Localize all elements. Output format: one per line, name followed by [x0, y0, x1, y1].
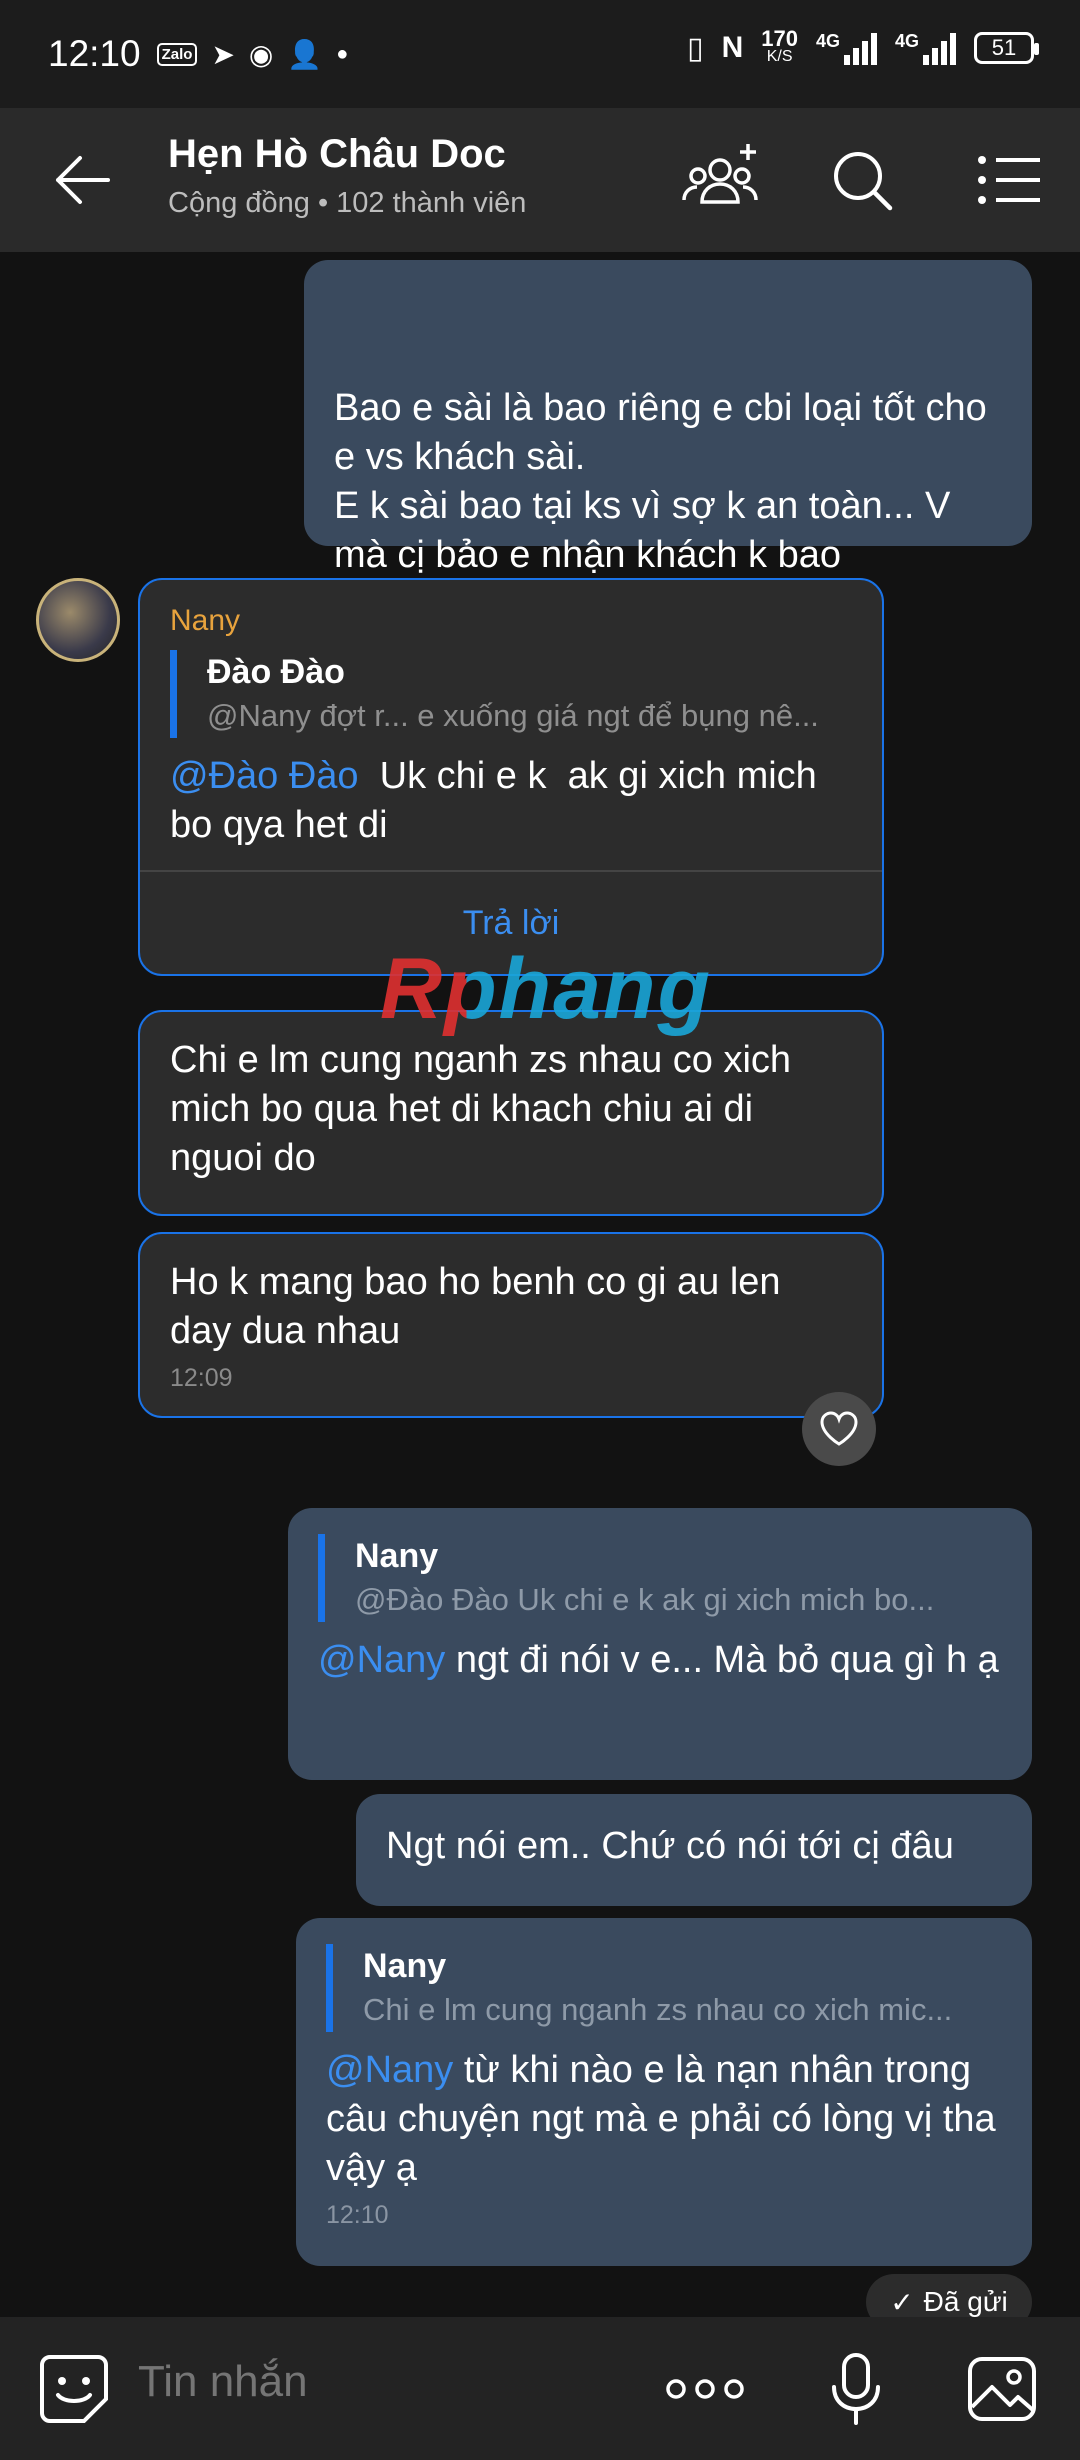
- speed-indicator: 170 K/S: [761, 26, 798, 66]
- check-icon: ✓: [890, 2286, 914, 2318]
- message-bubble-outgoing[interactable]: Ngt nói em.. Chứ có nói tới cị đâu: [356, 1794, 1032, 1906]
- message-input[interactable]: [138, 2357, 638, 2407]
- signal-bars-icon: [843, 31, 877, 65]
- message-text: Ngt nói em.. Chứ có nói tới cị đâu: [386, 1825, 954, 1867]
- quoted-text: @Đào Đào Uk chi e k ak gi xich mich bo..…: [355, 1582, 935, 1617]
- message-text: Chi e lm cung nganh zs nhau co xich mich…: [170, 1039, 792, 1179]
- watermark-logo: Rphang: [380, 941, 713, 1037]
- mention-link[interactable]: @Nany: [326, 2049, 453, 2091]
- quoted-message[interactable]: Nany Chi e lm cung nganh zs nhau co xich…: [326, 1944, 1002, 2032]
- search-icon[interactable]: [822, 140, 902, 220]
- message-text: @Nany ngt đi nói v e... Mà bỏ qua gì h ạ: [318, 1639, 999, 1681]
- mention-link[interactable]: @Nany: [318, 1639, 445, 1681]
- quoted-text: Chi e lm cung nganh zs nhau co xich mic.…: [363, 1992, 953, 2027]
- image-icon[interactable]: [964, 2351, 1040, 2427]
- page-title: Hẹn Hò Châu Doc: [168, 132, 506, 176]
- messenger-icon: ◉: [248, 38, 274, 70]
- message-text: @Nany từ khi nào e là nạn nhân trong câu…: [326, 2049, 996, 2189]
- status-time: 12:10: [48, 33, 141, 74]
- add-user-notif-icon: 👤: [287, 38, 323, 70]
- message-text: Ho k mang bao ho benh co gi au len day d…: [170, 1261, 781, 1352]
- message-text: @Đào Đào Uk chi e k ak gi xich mich bo q…: [170, 755, 838, 846]
- battery-icon: 51: [974, 32, 1039, 64]
- sender-name: Nany: [170, 604, 241, 637]
- quoted-sender: Đào Đào: [207, 653, 345, 691]
- dot-icon: ●: [336, 42, 349, 65]
- quoted-sender: Nany: [355, 1537, 439, 1575]
- arrow-left-icon[interactable]: [52, 152, 112, 208]
- telegram-icon: ➤: [211, 38, 235, 70]
- message-composer: [0, 2317, 1080, 2460]
- avatar[interactable]: [36, 578, 120, 662]
- vibrate-icon: ▯: [687, 31, 704, 65]
- quoted-message[interactable]: Đào Đào @Nany đợt r... e xuống giá ngt đ…: [170, 650, 852, 738]
- zalo-icon: Zalo: [156, 42, 198, 66]
- message-text: Bao e sài là bao riêng e cbi loại tốt ch…: [334, 387, 987, 576]
- quoted-text: @Nany đợt r... e xuống giá ngt để bụng n…: [207, 698, 819, 733]
- microphone-icon[interactable]: [826, 2351, 886, 2427]
- message-bubble-outgoing[interactable]: Bao e sài là bao riêng e cbi loại tốt ch…: [304, 260, 1032, 714]
- quoted-sender: Nany: [363, 1947, 447, 1985]
- list-menu-icon[interactable]: [968, 140, 1048, 220]
- quoted-message[interactable]: Nany @Đào Đào Uk chi e k ak gi xich mich…: [318, 1534, 1002, 1622]
- message-bubble-outgoing[interactable]: Nany @Đào Đào Uk chi e k ak gi xich mich…: [288, 1508, 1032, 1780]
- status-bar: 12:10 Zalo ➤ ◉ 👤 ● ▯ N 170 K/S 4G 4G 51: [0, 0, 1080, 108]
- message-bubble-incoming[interactable]: Nany Đào Đào @Nany đợt r... e xuống giá …: [138, 578, 884, 976]
- sent-status-badge: ✓ Đã gửi: [866, 2274, 1032, 2317]
- sticker-icon[interactable]: [36, 2351, 112, 2427]
- nfc-icon: N: [721, 31, 744, 64]
- signal-bars-icon: [923, 31, 956, 65]
- message-bubble-incoming[interactable]: Chi e lm cung nganh zs nhau co xich mich…: [138, 1010, 884, 1216]
- group-title-area[interactable]: Hẹn Hò Châu Doc Cộng đồng • 102 thành vi…: [168, 132, 526, 220]
- status-right: ▯ N 170 K/S 4G 4G 51: [687, 26, 1039, 66]
- notification-icons: Zalo ➤ ◉ 👤 ●: [156, 38, 349, 71]
- signal-2: 4G: [895, 31, 956, 65]
- add-people-icon[interactable]: [680, 140, 760, 220]
- message-bubble-incoming[interactable]: Ho k mang bao ho benh co gi au len day d…: [138, 1232, 884, 1418]
- chat-header: Hẹn Hò Châu Doc Cộng đồng • 102 thành vi…: [0, 108, 1080, 252]
- mention-link[interactable]: @Đào Đào: [170, 755, 359, 797]
- more-dots-icon[interactable]: [664, 2369, 746, 2409]
- message-time: 12:09: [170, 1364, 233, 1392]
- heart-icon: [820, 1411, 858, 1446]
- signal-1: 4G: [816, 31, 877, 65]
- group-subtitle: Cộng đồng • 102 thành viên: [168, 187, 527, 219]
- message-bubble-outgoing[interactable]: Nany Chi e lm cung nganh zs nhau co xich…: [296, 1918, 1032, 2266]
- message-time: 12:10: [326, 2201, 389, 2229]
- react-button[interactable]: [802, 1392, 876, 1466]
- message-list[interactable]: Bao e sài là bao riêng e cbi loại tốt ch…: [0, 252, 1080, 2317]
